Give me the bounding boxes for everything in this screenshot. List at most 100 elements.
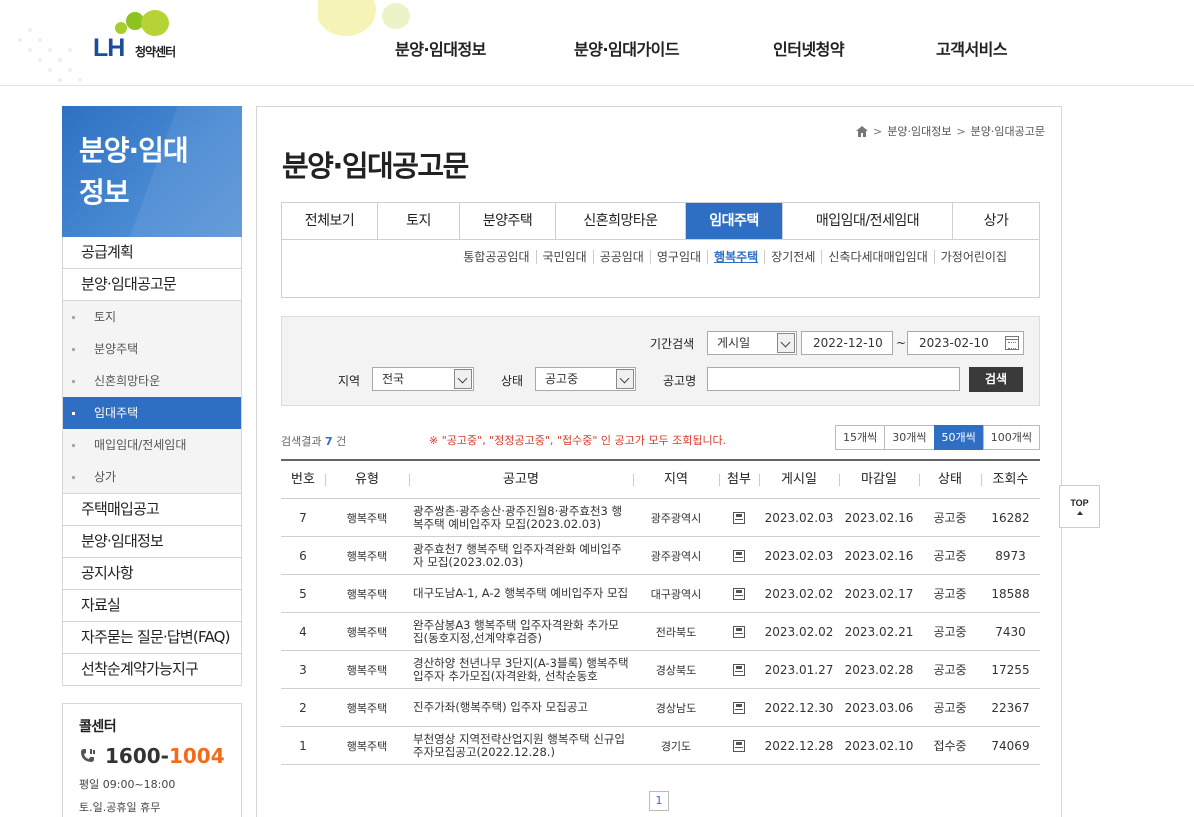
subtab-new-multiplex[interactable]: 신축다세대매입임대 bbox=[821, 250, 933, 264]
per-page-options: 15개씩 30개씩 50개씩 100개씩 bbox=[835, 425, 1040, 450]
breadcrumb-item[interactable]: 분양·임대정보 bbox=[887, 123, 951, 139]
row-views: 22367 bbox=[991, 700, 1030, 715]
result-suffix: 건 bbox=[336, 435, 347, 448]
page-button[interactable]: 1 bbox=[649, 791, 669, 811]
home-icon[interactable] bbox=[856, 125, 868, 137]
gnb-item-info[interactable]: 분양·임대정보 bbox=[395, 36, 486, 60]
table-row[interactable]: 2 행복주택 진주가좌(행복주택) 입주자 모집공고 경상남도 2022.12.30 20… bbox=[281, 689, 1040, 727]
sidebar-sub-commercial[interactable]: 상가 bbox=[63, 461, 241, 493]
callcenter-number-prefix: 1600- bbox=[105, 744, 169, 768]
row-type: 행복주택 bbox=[346, 625, 388, 639]
calendar-icon[interactable] bbox=[1005, 336, 1019, 350]
global-nav: 분양·임대정보 분양·임대가이드 인터넷청약 고객서비스 bbox=[0, 36, 1194, 60]
sidebar-sub-land[interactable]: 토지 bbox=[63, 301, 241, 333]
row-deadline: 2023.02.16 bbox=[844, 548, 914, 563]
row-region: 전라북도 bbox=[655, 625, 697, 639]
tab-rental-housing[interactable]: 임대주택 bbox=[686, 203, 783, 239]
table-row[interactable]: 5 행복주택 대구도남A-1, A-2 행복주택 예비입주자 모집 대구광역시 2023… bbox=[281, 575, 1040, 613]
row-posted-date: 2023.02.02 bbox=[764, 624, 834, 639]
notice-table: 번호 유형 공고명 지역 첨부 게시일 마감일 상태 조회수 7 행복주택 광주쌍촌… bbox=[281, 459, 1040, 765]
sidebar-sub-rental-housing[interactable]: 임대주택 bbox=[63, 397, 241, 429]
sidebar-item-first-come[interactable]: 선착순계약가능지구 bbox=[63, 654, 241, 686]
tab-land[interactable]: 토지 bbox=[378, 203, 460, 239]
row-attachment bbox=[719, 613, 759, 650]
attachment-icon[interactable] bbox=[733, 511, 745, 524]
row-views: 7430 bbox=[995, 624, 1026, 639]
sidebar-sub-sale-housing[interactable]: 분양주택 bbox=[63, 333, 241, 365]
subtab-daycare[interactable]: 가정어린이집 bbox=[933, 250, 1013, 264]
table-row[interactable]: 7 행복주택 광주쌍촌·광주송산·광주진월8·광주효천3 행복주택 예비입주자 모집… bbox=[281, 499, 1040, 537]
subtab-public-rental[interactable]: 공공임대 bbox=[592, 250, 650, 264]
sidebar-item-info[interactable]: 분양·임대정보 bbox=[63, 526, 241, 558]
date-to-input[interactable]: 2023-02-10 bbox=[907, 331, 1024, 355]
per-page-30[interactable]: 30개씩 bbox=[884, 425, 935, 450]
breadcrumb: > 분양·임대정보 > 분양·임대공고문 bbox=[856, 123, 1045, 139]
subtab-happy-housing[interactable]: 행복주택 bbox=[707, 250, 764, 264]
period-label: 기간검색 bbox=[650, 337, 695, 351]
attachment-icon[interactable] bbox=[733, 701, 745, 714]
sidebar-item-housing-purchase[interactable]: 주택매입공고 bbox=[63, 494, 241, 526]
sidebar-item-faq[interactable]: 자주묻는 질문·답변(FAQ) bbox=[63, 622, 241, 654]
search-button[interactable]: 검색 bbox=[969, 367, 1023, 392]
table-row[interactable]: 1 행복주택 부천영상 지역전략산업지원 행복주택 신규입주자모집공고(2022.1… bbox=[281, 727, 1040, 765]
row-title[interactable]: 완주삼봉A3 행복주택 입주자격완화 추가모집(동호지정,선계약후검증) bbox=[409, 613, 633, 650]
row-title[interactable]: 대구도남A-1, A-2 행복주택 예비입주자 모집 bbox=[409, 575, 633, 612]
category-tabs: 전체보기 토지 분양주택 신혼희망타운 임대주택 매입임대/전세임대 상가 bbox=[281, 202, 1040, 240]
attachment-icon[interactable] bbox=[733, 625, 745, 638]
attachment-icon[interactable] bbox=[733, 739, 745, 752]
top-button[interactable]: TOP bbox=[1059, 485, 1100, 528]
row-number: 6 bbox=[299, 548, 307, 563]
row-title[interactable]: 광주효천7 행복주택 입주자격완화 예비입주자 모집(2023.02.03) bbox=[409, 537, 633, 574]
period-type-select[interactable]: 게시일 bbox=[707, 331, 797, 355]
col-attachment: 첨부 bbox=[719, 461, 759, 498]
sidebar-menu: 공급계획 분양·임대공고문 토지 분양주택 신혼희망타운 임대주택 매입임대/전… bbox=[62, 237, 242, 686]
sidebar-sub-purchase-rental[interactable]: 매입임대/전세임대 bbox=[63, 429, 241, 461]
per-page-50[interactable]: 50개씩 bbox=[933, 425, 984, 450]
date-from-input[interactable]: 2022-12-10 bbox=[801, 331, 893, 355]
row-attachment bbox=[719, 537, 759, 574]
row-title[interactable]: 진주가좌(행복주택) 입주자 모집공고 bbox=[409, 689, 633, 726]
region-label: 지역 bbox=[338, 374, 361, 388]
subtab-long-term-jeonse[interactable]: 장기전세 bbox=[764, 250, 821, 264]
table-row[interactable]: 3 행복주택 경산하양 천년나무 3단지(A-3블록) 행복주택 입주자 추가모집(… bbox=[281, 651, 1040, 689]
col-region: 지역 bbox=[633, 461, 719, 498]
row-title[interactable]: 부천영상 지역전략산업지원 행복주택 신규입주자모집공고(2022.12.28.… bbox=[409, 727, 633, 764]
gnb-item-service[interactable]: 고객서비스 bbox=[936, 36, 1008, 60]
sidebar-item-supply-plan[interactable]: 공급계획 bbox=[63, 237, 241, 269]
row-deadline: 2023.02.28 bbox=[844, 662, 914, 677]
row-title[interactable]: 광주쌍촌·광주송산·광주진월8·광주효천3 행복주택 예비입주자 모집(2023… bbox=[409, 499, 633, 536]
tab-purchase-rental[interactable]: 매입임대/전세임대 bbox=[783, 203, 953, 239]
sidebar-item-notices[interactable]: 분양·임대공고문 bbox=[63, 269, 241, 301]
tab-sale-housing[interactable]: 분양주택 bbox=[460, 203, 556, 239]
sidebar-sub-newlywed-town[interactable]: 신혼희망타운 bbox=[63, 365, 241, 397]
tab-newlywed-town[interactable]: 신혼희망타운 bbox=[556, 203, 686, 239]
attachment-icon[interactable] bbox=[733, 663, 745, 676]
breadcrumb-item[interactable]: 분양·임대공고문 bbox=[971, 123, 1045, 139]
row-posted-date: 2023.01.27 bbox=[764, 662, 834, 677]
col-posted: 게시일 bbox=[759, 461, 839, 498]
sidebar-title: 분양·임대 정보 bbox=[79, 130, 219, 214]
attachment-icon[interactable] bbox=[733, 587, 745, 600]
gnb-item-apply[interactable]: 인터넷청약 bbox=[773, 36, 845, 60]
notice-name-input[interactable] bbox=[707, 367, 960, 391]
per-page-15[interactable]: 15개씩 bbox=[835, 425, 886, 450]
row-views: 8973 bbox=[995, 548, 1026, 563]
row-posted-date: 2022.12.28 bbox=[764, 738, 834, 753]
gnb-item-guide[interactable]: 분양·임대가이드 bbox=[574, 36, 680, 60]
subtab-permanent-rental[interactable]: 영구임대 bbox=[649, 250, 707, 264]
sidebar-item-announcements[interactable]: 공지사항 bbox=[63, 558, 241, 590]
status-label: 상태 bbox=[501, 374, 524, 388]
tab-all[interactable]: 전체보기 bbox=[282, 203, 378, 239]
row-number: 5 bbox=[299, 586, 307, 601]
tab-commercial[interactable]: 상가 bbox=[953, 203, 1039, 239]
row-title[interactable]: 경산하양 천년나무 3단지(A-3블록) 행복주택 입주자 추가모집(자격완화,… bbox=[409, 651, 633, 688]
per-page-100[interactable]: 100개씩 bbox=[982, 425, 1040, 450]
table-row[interactable]: 4 행복주택 완주삼봉A3 행복주택 입주자격완화 추가모집(동호지정,선계약후검증… bbox=[281, 613, 1040, 651]
subtab-integrated-public[interactable]: 통합공공임대 bbox=[457, 250, 535, 264]
table-row[interactable]: 6 행복주택 광주효천7 행복주택 입주자격완화 예비입주자 모집(2023.02.… bbox=[281, 537, 1040, 575]
region-select[interactable]: 전국 bbox=[372, 367, 474, 391]
status-select[interactable]: 공고중 bbox=[535, 367, 636, 391]
attachment-icon[interactable] bbox=[733, 549, 745, 562]
subtab-national-rental[interactable]: 국민임대 bbox=[535, 250, 593, 264]
sidebar-item-archive[interactable]: 자료실 bbox=[63, 590, 241, 622]
